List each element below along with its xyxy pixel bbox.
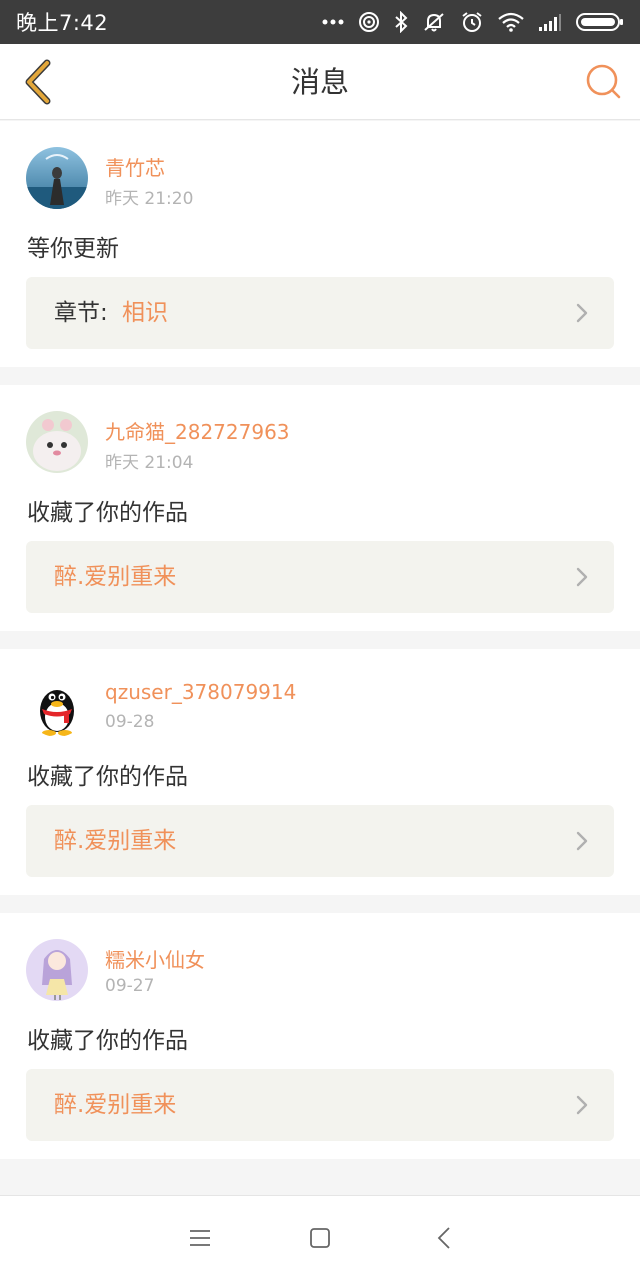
- username-link[interactable]: 青竹芯: [105, 152, 165, 181]
- back-icon: [437, 1227, 450, 1249]
- status-bar: 晚上7:42: [0, 0, 640, 44]
- message-card: qzuser_378079914 09-28 收藏了你的作品 醉.爱别重来: [0, 649, 640, 895]
- username-link[interactable]: 九命猫_282727963: [105, 416, 290, 445]
- chapter-link-card[interactable]: 章节: 相识: [26, 277, 614, 349]
- message-text: 收藏了你的作品: [27, 500, 188, 526]
- search-icon: [586, 64, 621, 99]
- page-title: 消息: [290, 65, 349, 99]
- username-link[interactable]: 糯米小仙女: [105, 944, 205, 973]
- message-card: 青竹芯 昨天 21:20 等你更新 章节: 相识: [0, 121, 640, 367]
- message-text: 收藏了你的作品: [27, 1028, 188, 1054]
- chapter-title: 相识: [122, 300, 168, 326]
- message-time: 昨天 21:04: [105, 453, 194, 473]
- header-bar: 消息: [0, 44, 640, 120]
- message-card: 糯米小仙女 09-27 收藏了你的作品 醉.爱别重来: [0, 913, 640, 1159]
- message-text: 等你更新: [27, 236, 119, 262]
- alarm-icon: [460, 10, 484, 34]
- avatar[interactable]: [26, 675, 88, 737]
- search-button[interactable]: [578, 56, 630, 108]
- home-icon: [310, 1228, 330, 1248]
- username-link[interactable]: qzuser_378079914: [105, 680, 296, 704]
- signal-icon: [538, 13, 562, 31]
- bluetooth-icon: [394, 11, 408, 33]
- wifi-icon: [498, 12, 524, 32]
- work-link-card[interactable]: 醉.爱别重来: [26, 805, 614, 877]
- avatar[interactable]: [26, 147, 88, 209]
- message-time: 09-27: [105, 976, 155, 996]
- battery-icon: [576, 12, 624, 32]
- work-link-card[interactable]: 醉.爱别重来: [26, 1069, 614, 1141]
- chapter-label: 章节:: [54, 300, 108, 326]
- status-icons: [322, 10, 624, 34]
- avatar[interactable]: [26, 411, 88, 473]
- more-dots-icon: [322, 18, 344, 26]
- chevron-right-icon: [576, 1095, 588, 1115]
- system-nav-bar: [0, 1195, 640, 1280]
- message-time: 昨天 21:20: [105, 189, 194, 209]
- system-back-button[interactable]: [424, 1218, 464, 1258]
- list-end-spacer: [0, 1177, 640, 1195]
- menu-icon: [190, 1230, 210, 1246]
- work-title: 醉.爱别重来: [54, 828, 177, 854]
- message-time: 09-28: [105, 712, 155, 732]
- home-button[interactable]: [300, 1218, 340, 1258]
- message-card: 九命猫_282727963 昨天 21:04 收藏了你的作品 醉.爱别重来: [0, 385, 640, 631]
- chevron-left-icon: [25, 59, 51, 105]
- back-button[interactable]: [10, 54, 66, 110]
- chevron-right-icon: [576, 831, 588, 851]
- menu-button[interactable]: [180, 1218, 220, 1258]
- mute-icon: [422, 11, 446, 33]
- message-text: 收藏了你的作品: [27, 764, 188, 790]
- message-list: 青竹芯 昨天 21:20 等你更新 章节: 相识 九命猫_282727963 昨…: [0, 121, 640, 1159]
- avatar[interactable]: [26, 939, 88, 1001]
- work-title: 醉.爱别重来: [54, 564, 177, 590]
- hotspot-icon: [358, 11, 380, 33]
- work-title: 醉.爱别重来: [54, 1092, 177, 1118]
- work-link-card[interactable]: 醉.爱别重来: [26, 541, 614, 613]
- status-time: 晚上7:42: [16, 11, 109, 35]
- chevron-right-icon: [576, 567, 588, 587]
- chevron-right-icon: [576, 303, 588, 323]
